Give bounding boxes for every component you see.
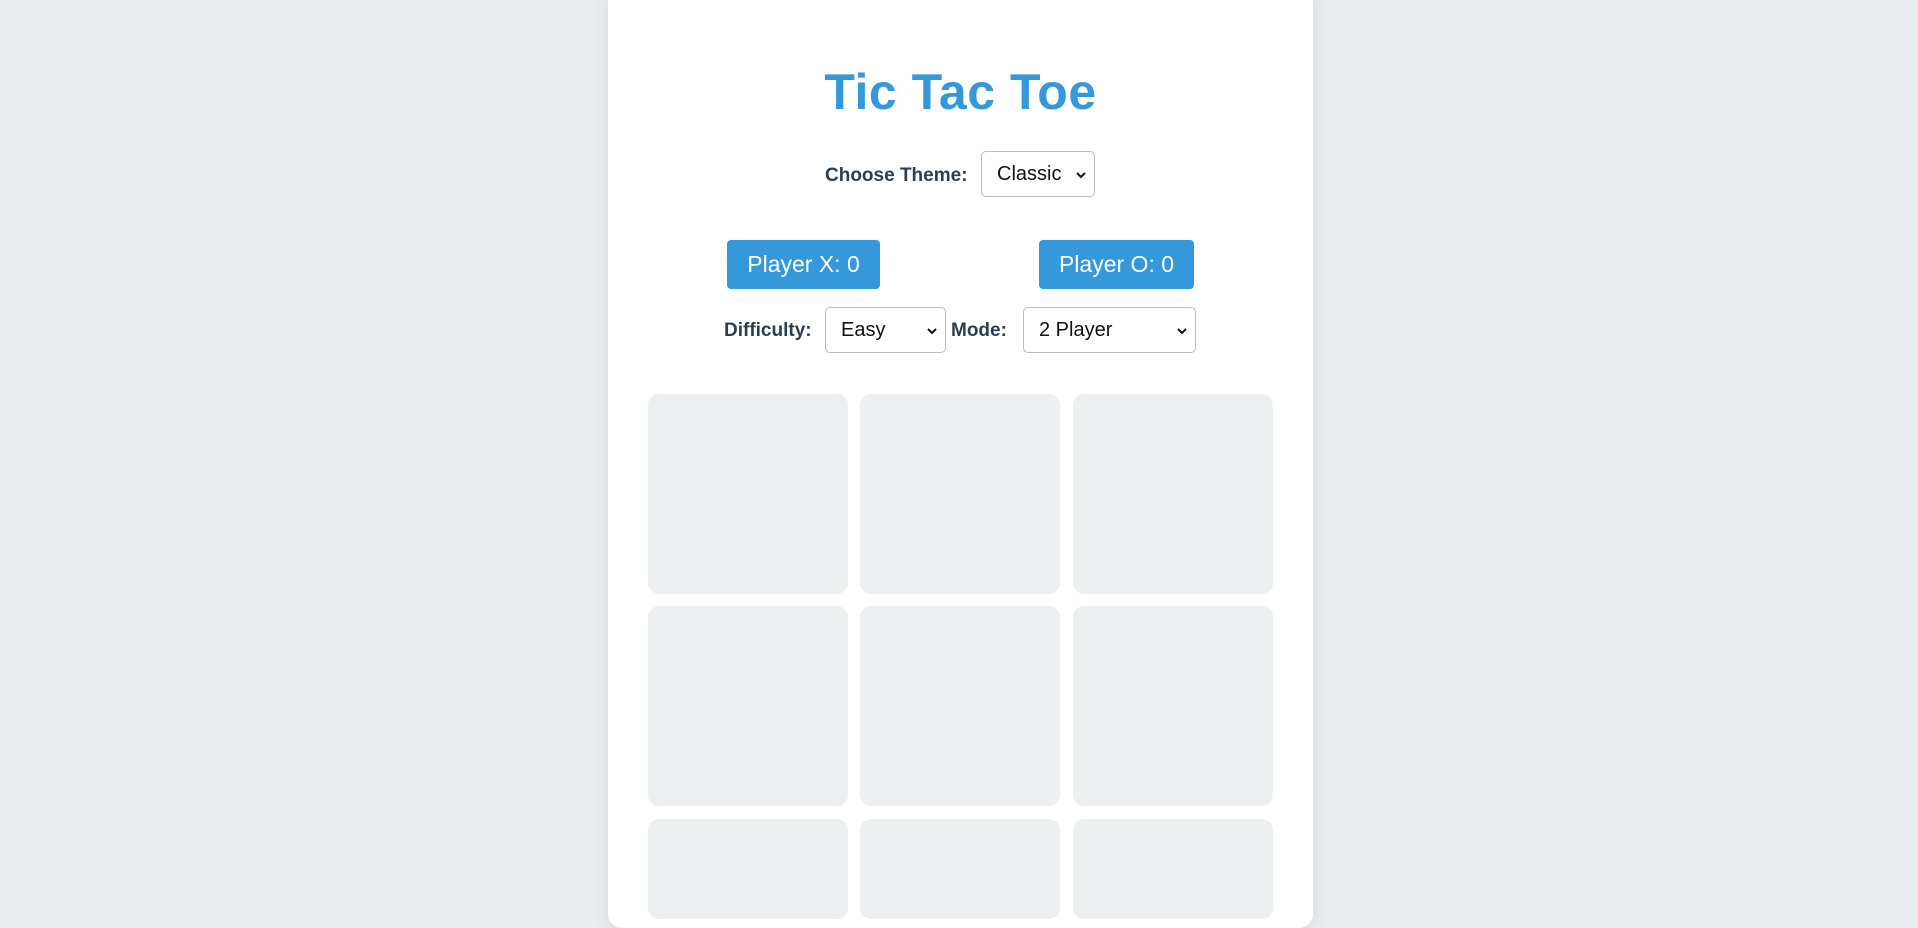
chevron-down-icon (927, 328, 937, 335)
page-title: Tic Tac Toe (824, 64, 1097, 120)
chevron-down-icon (1177, 328, 1187, 335)
mode-select[interactable]: 2 Player (1023, 307, 1196, 353)
board-cell-1[interactable] (648, 394, 848, 594)
chevron-down-icon (1076, 172, 1086, 179)
theme-select-value: Classic (997, 163, 1062, 185)
theme-label: Choose Theme: (825, 165, 968, 186)
board-cell-5[interactable] (860, 606, 1060, 806)
board-cell-4[interactable] (648, 606, 848, 806)
player-x-score: Player X: 0 (727, 240, 880, 289)
mode-select-value: 2 Player (1039, 319, 1113, 341)
player-o-score: Player O: 0 (1039, 240, 1194, 289)
difficulty-label: Difficulty: (724, 320, 812, 341)
game-container: Tic Tac Toe Choose Theme: Classic Player… (608, 0, 1313, 928)
board-cell-6[interactable] (1073, 606, 1273, 806)
board-cell-2[interactable] (860, 394, 1060, 594)
board-cell-7[interactable] (648, 819, 848, 919)
board-cell-3[interactable] (1073, 394, 1273, 594)
difficulty-select-value: Easy (841, 319, 886, 341)
board-cell-9[interactable] (1073, 819, 1273, 919)
board-cell-8[interactable] (860, 819, 1060, 919)
mode-label: Mode: (951, 320, 1007, 341)
theme-select[interactable]: Classic (981, 151, 1095, 197)
difficulty-select[interactable]: Easy (825, 307, 946, 353)
